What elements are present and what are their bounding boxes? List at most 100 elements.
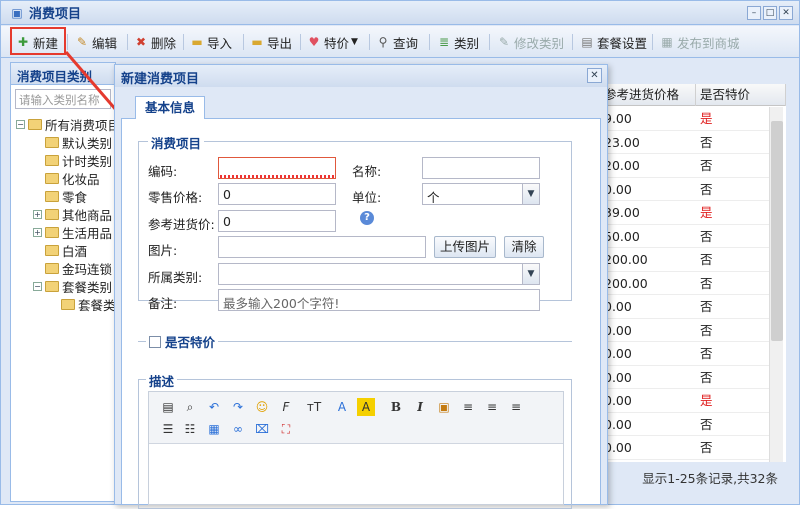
delete-button[interactable]: ✖ 删除 (133, 31, 176, 53)
scrollbar-thumb[interactable] (771, 121, 783, 341)
undo-icon[interactable]: ↶ (205, 398, 223, 416)
query-button[interactable]: ⚲ 查询 (375, 31, 418, 53)
tree-item[interactable]: 零食 (45, 187, 87, 205)
package-settings-button[interactable]: ▤ 套餐设置 (579, 31, 647, 53)
divider (183, 34, 184, 50)
expand-icon[interactable]: + (33, 227, 42, 237)
tree-item-label: 化妆品 (62, 171, 100, 187)
emoticon-icon[interactable]: ☺ (253, 398, 271, 416)
column-header[interactable]: 参考进货价格 (600, 84, 696, 106)
table-row[interactable]: 0.00 是 (600, 389, 770, 413)
export-button[interactable]: ▬ 导出 (249, 31, 292, 53)
tree-item[interactable]: 默认类别 (45, 133, 112, 151)
ordered-list-icon[interactable]: ☰ (159, 420, 177, 438)
collapse-icon[interactable]: − (33, 281, 42, 291)
help-icon[interactable]: ? (360, 211, 374, 225)
table-row[interactable]: 200.00 否 (600, 272, 770, 295)
special-cell: 是 (700, 205, 713, 220)
special-dropdown-button[interactable]: ♥ 特价 ▼ (306, 31, 358, 53)
table-row[interactable]: 0.00 否 (600, 366, 770, 389)
tree-item[interactable]: + 其他商品 (33, 205, 112, 223)
retail-price-input[interactable]: 0 (218, 183, 336, 205)
table-icon[interactable]: ▦ (205, 420, 223, 438)
tree-item-label: 零食 (62, 189, 88, 205)
note-input[interactable]: 最多输入200个字符! (218, 289, 540, 311)
package-settings-label: 套餐设置 (597, 35, 648, 51)
table-row[interactable]: 0.00 否 (600, 295, 770, 319)
tree-item[interactable]: 计时类别 (45, 151, 112, 169)
grid-header: 参考进货价格 是否特价 (600, 84, 786, 106)
paging-info: 显示1-25条记录,共32条 (600, 462, 786, 492)
retail-price-label: 零售价格: (148, 190, 203, 205)
unlink-icon[interactable]: ⌧ (253, 420, 271, 438)
table-row[interactable]: 39.00 是 (600, 201, 770, 225)
close-icon[interactable]: ✕ (779, 6, 793, 20)
table-row[interactable]: 0.00 否 (600, 413, 770, 436)
unit-select[interactable]: 个 ▼ (422, 183, 540, 205)
align-left-icon[interactable]: ≡ (459, 398, 477, 416)
table-row[interactable]: 0.00 否 (600, 178, 770, 201)
special-cell: 否 (700, 369, 713, 385)
table-row[interactable]: 0.00 否 (600, 342, 770, 366)
tree-item-label: 其他商品 (62, 207, 113, 223)
font-family-icon[interactable]: F (277, 398, 295, 416)
tree-item-root[interactable]: − 所有消费项目 (16, 115, 120, 133)
name-label: 名称: (352, 164, 382, 179)
table-row[interactable]: 20.00 否 (600, 154, 770, 178)
tree-item[interactable]: + 生活用品 (33, 223, 112, 241)
vertical-scrollbar[interactable] (769, 107, 783, 462)
source-icon[interactable]: ▤ (159, 398, 177, 416)
unordered-list-icon[interactable]: ☷ (181, 420, 199, 438)
chevron-down-icon[interactable]: ▼ (522, 184, 539, 204)
fullscreen-icon[interactable]: ⛶ (277, 420, 295, 438)
bold-icon[interactable]: B (387, 398, 405, 416)
special-checkbox[interactable] (149, 335, 161, 348)
italic-icon[interactable]: I (411, 398, 429, 416)
divider (67, 34, 68, 50)
preview-icon[interactable]: ⌕ (181, 398, 199, 416)
category-select[interactable]: ▼ (218, 263, 540, 285)
chevron-down-icon[interactable]: ▼ (522, 264, 539, 284)
align-center-icon[interactable]: ≡ (483, 398, 501, 416)
redo-icon[interactable]: ↷ (229, 398, 247, 416)
table-row[interactable]: 23.00 否 (600, 131, 770, 154)
tree-item[interactable]: 化妆品 (45, 169, 100, 187)
divider (489, 34, 490, 50)
dialog-close-icon[interactable]: ✕ (587, 68, 602, 83)
ref-price-input[interactable]: 0 (218, 210, 336, 232)
modify-category-button[interactable]: ✎ 修改类别 (496, 31, 564, 53)
font-color-icon[interactable]: A (333, 398, 351, 416)
divider (652, 34, 653, 50)
link-icon[interactable]: ∞ (229, 420, 247, 438)
collapse-icon[interactable]: − (16, 119, 25, 129)
image-path-input[interactable] (218, 236, 426, 258)
maximize-icon[interactable]: □ (763, 6, 777, 20)
align-right-icon[interactable]: ≡ (507, 398, 525, 416)
tree-item[interactable]: 套餐类 (61, 295, 116, 313)
font-size-icon[interactable]: тT (303, 398, 325, 416)
publish-button[interactable]: ▦ 发布到商城 (659, 31, 739, 53)
tree-item[interactable]: − 套餐类别 (33, 277, 112, 295)
insert-image-icon[interactable]: ▣ (435, 398, 453, 416)
name-input[interactable] (422, 157, 540, 179)
table-row[interactable]: 0.00 否 (600, 319, 770, 342)
clear-button[interactable]: 清除 (504, 236, 544, 258)
minimize-icon[interactable]: – (747, 6, 761, 20)
upload-image-button[interactable]: 上传图片 (434, 236, 496, 258)
import-button[interactable]: ▬ 导入 (189, 31, 232, 53)
table-row[interactable]: 50.00 否 (600, 225, 770, 248)
heart-icon: ♥ (308, 35, 320, 49)
table-row[interactable]: 200.00 否 (600, 248, 770, 272)
table-row[interactable]: 0.00 否 (600, 436, 770, 460)
category-button[interactable]: ≣ 类别 (436, 31, 479, 53)
category-search-input[interactable]: 请输入类别名称 (15, 89, 111, 109)
tree-item[interactable]: 白酒 (45, 241, 87, 259)
publish-icon: ▦ (661, 35, 673, 49)
tree-item[interactable]: 金玛连锁 (45, 259, 112, 277)
tab-basic-info[interactable]: 基本信息 (135, 96, 205, 120)
column-header[interactable]: 是否特价 (696, 84, 786, 106)
table-row[interactable]: 9.00 是 (600, 107, 770, 131)
expand-icon[interactable]: + (33, 209, 42, 219)
highlight-color-icon[interactable]: A (357, 398, 375, 416)
edit-button[interactable]: ✎ 编辑 (74, 31, 117, 53)
